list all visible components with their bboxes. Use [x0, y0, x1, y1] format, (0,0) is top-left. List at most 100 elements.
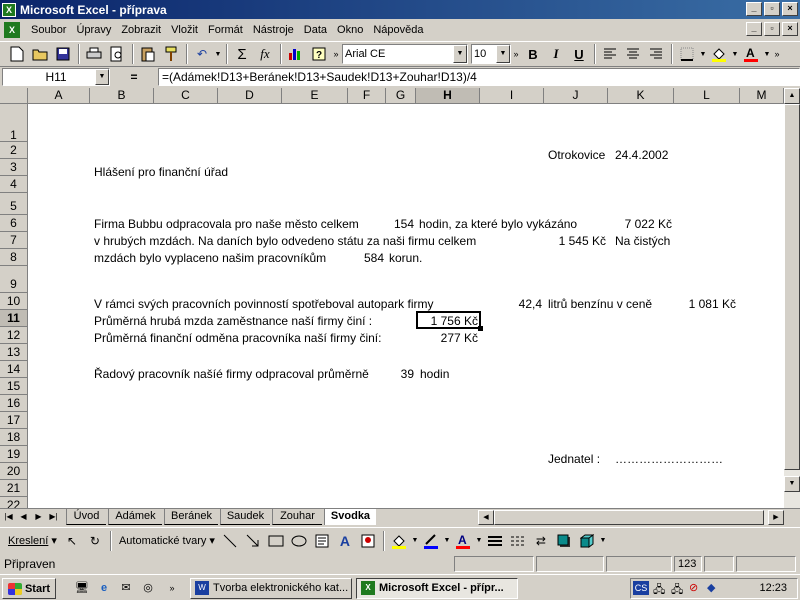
function-icon[interactable]: fx — [254, 43, 276, 65]
outlook-icon[interactable]: ✉ — [118, 580, 134, 596]
row-header-12[interactable]: 12 — [0, 327, 28, 344]
oval-icon[interactable] — [288, 530, 310, 552]
chevron-down-icon[interactable]: ▼ — [763, 43, 771, 65]
row-header-2[interactable]: 2 — [0, 142, 28, 159]
undo-icon[interactable]: ↶ — [191, 43, 213, 65]
internet-explorer-icon[interactable]: e — [96, 580, 112, 596]
menu-upravy[interactable]: Úpravy — [71, 21, 116, 39]
align-left-icon[interactable] — [599, 43, 621, 65]
menu-napoveda[interactable]: Nápověda — [368, 21, 428, 39]
row-header-21[interactable]: 21 — [0, 480, 28, 497]
column-header-k[interactable]: K — [608, 88, 674, 104]
cell-l10[interactable]: 1 081 Kč — [668, 296, 736, 312]
cell-j2[interactable]: Otrokovice — [548, 147, 605, 163]
scroll-down-icon[interactable]: ▼ — [784, 476, 800, 492]
language-indicator[interactable]: CS — [633, 581, 649, 595]
prev-sheet-icon[interactable]: ◀ — [17, 510, 30, 524]
row-header-8[interactable]: 8 — [0, 249, 28, 266]
horizontal-scrollbar[interactable]: ◀ ▶ — [478, 510, 784, 525]
menu-soubor[interactable]: Soubor — [26, 21, 71, 39]
toolbar-more-icon[interactable]: » — [511, 43, 521, 65]
print-icon[interactable] — [83, 43, 105, 65]
cell-k2[interactable]: 24.4.2002 — [615, 147, 668, 163]
cell-h6[interactable]: hodin, za které bylo vykázáno — [419, 216, 577, 232]
cell-k6[interactable]: 7 022 Kč — [600, 216, 672, 232]
menu-zobrazit[interactable]: Zobrazit — [116, 21, 166, 39]
cell-j7[interactable]: 1 545 Kč — [540, 233, 606, 249]
row-header-1[interactable]: 1 — [0, 104, 28, 142]
font-color-icon[interactable]: A — [452, 530, 474, 552]
save-icon[interactable] — [52, 43, 74, 65]
cell-g6[interactable]: 154 — [380, 216, 414, 232]
sheet-tab-zouhar[interactable]: Zouhar — [272, 509, 322, 525]
cell-j19[interactable]: Jednatel : — [548, 451, 600, 467]
column-header-j[interactable]: J — [544, 88, 608, 104]
sheet-tab-saudek[interactable]: Saudek — [220, 509, 270, 525]
underline-button[interactable]: U — [568, 43, 590, 65]
row-header-3[interactable]: 3 — [0, 159, 28, 176]
line-color-icon[interactable] — [420, 530, 442, 552]
column-header-d[interactable]: D — [218, 88, 282, 104]
sheet-tab-uvod[interactable]: Úvod — [66, 509, 106, 525]
row-header-16[interactable]: 16 — [0, 395, 28, 412]
menu-okno[interactable]: Okno — [332, 21, 368, 39]
column-header-b[interactable]: B — [90, 88, 154, 104]
cell-h12[interactable]: 277 Kč — [418, 330, 478, 346]
row-header-14[interactable]: 14 — [0, 361, 28, 378]
workbook-icon[interactable]: X — [4, 22, 20, 38]
task-button-excel[interactable]: X Microsoft Excel - přípr... — [356, 578, 518, 599]
draw-menu-button[interactable]: Kreslení ▾ — [4, 534, 61, 547]
column-header-h[interactable]: H — [416, 88, 480, 104]
cell-i10[interactable]: 42,4 — [480, 296, 542, 312]
autosum-icon[interactable]: Σ — [231, 43, 253, 65]
scroll-up-icon[interactable]: ▲ — [784, 88, 800, 104]
spreadsheet-grid[interactable]: A B C D E F G H I J K L M 1 2 3 4 5 6 7 … — [0, 88, 800, 508]
cell-b7[interactable]: v hrubých mzdách. Na daních bylo odveden… — [94, 233, 476, 249]
network-icon[interactable]: 🖧 — [671, 581, 683, 600]
row-header-5[interactable]: 5 — [0, 193, 28, 215]
shadow-icon[interactable] — [553, 530, 575, 552]
column-header-e[interactable]: E — [282, 88, 348, 104]
column-header-c[interactable]: C — [154, 88, 218, 104]
paste-icon[interactable] — [137, 43, 159, 65]
column-header-g[interactable]: G — [386, 88, 416, 104]
line-icon[interactable] — [219, 530, 241, 552]
menu-nastroje[interactable]: Nástroje — [248, 21, 299, 39]
chevron-down-icon[interactable]: ▼ — [453, 45, 467, 63]
clipart-icon[interactable] — [357, 530, 379, 552]
chevron-down-icon[interactable]: ▼ — [443, 530, 451, 552]
next-sheet-icon[interactable]: ▶ — [32, 510, 45, 524]
quick-launch-icon[interactable]: ◎ — [140, 580, 156, 596]
row-header-6[interactable]: 6 — [0, 215, 28, 232]
format-painter-icon[interactable] — [160, 43, 182, 65]
new-icon[interactable] — [6, 43, 28, 65]
chevron-down-icon[interactable]: ▼ — [731, 43, 739, 65]
chevron-down-icon[interactable]: ▼ — [699, 43, 707, 65]
scroll-right-icon[interactable]: ▶ — [768, 510, 784, 525]
autoshapes-button[interactable]: Automatické tvary ▾ — [115, 534, 219, 547]
open-icon[interactable] — [29, 43, 51, 65]
chevron-down-icon[interactable]: ▼ — [496, 45, 510, 63]
column-header-m[interactable]: M — [740, 88, 784, 104]
cell-j10[interactable]: litrů benzínu v ceně — [548, 296, 652, 312]
cell-k19[interactable]: ……………………… — [615, 451, 723, 467]
cell-b8[interactable]: mzdách bylo vyplaceno našim pracovníkům — [94, 250, 326, 266]
menu-format[interactable]: Formát — [203, 21, 248, 39]
cell-b14[interactable]: Řadový pracovník našíé firmy odpracoval … — [94, 366, 369, 382]
start-button[interactable]: Start — [2, 578, 56, 599]
help-icon[interactable]: ? — [308, 43, 330, 65]
sheet-tab-beranek[interactable]: Beránek — [164, 509, 218, 525]
row-header-15[interactable]: 15 — [0, 378, 28, 395]
menu-data[interactable]: Data — [299, 21, 332, 39]
wordart-icon[interactable]: A — [334, 530, 356, 552]
row-header-11[interactable]: 11 — [0, 310, 28, 327]
3d-icon[interactable] — [576, 530, 598, 552]
borders-icon[interactable] — [676, 43, 698, 65]
row-header-22[interactable]: 22 — [0, 497, 28, 508]
antivirus-icon[interactable]: ⊘ — [689, 581, 698, 594]
formula-equals[interactable]: = — [110, 70, 158, 84]
bold-button[interactable]: B — [522, 43, 544, 65]
fill-color-icon[interactable] — [388, 530, 410, 552]
row-header-20[interactable]: 20 — [0, 463, 28, 480]
row-header-7[interactable]: 7 — [0, 232, 28, 249]
